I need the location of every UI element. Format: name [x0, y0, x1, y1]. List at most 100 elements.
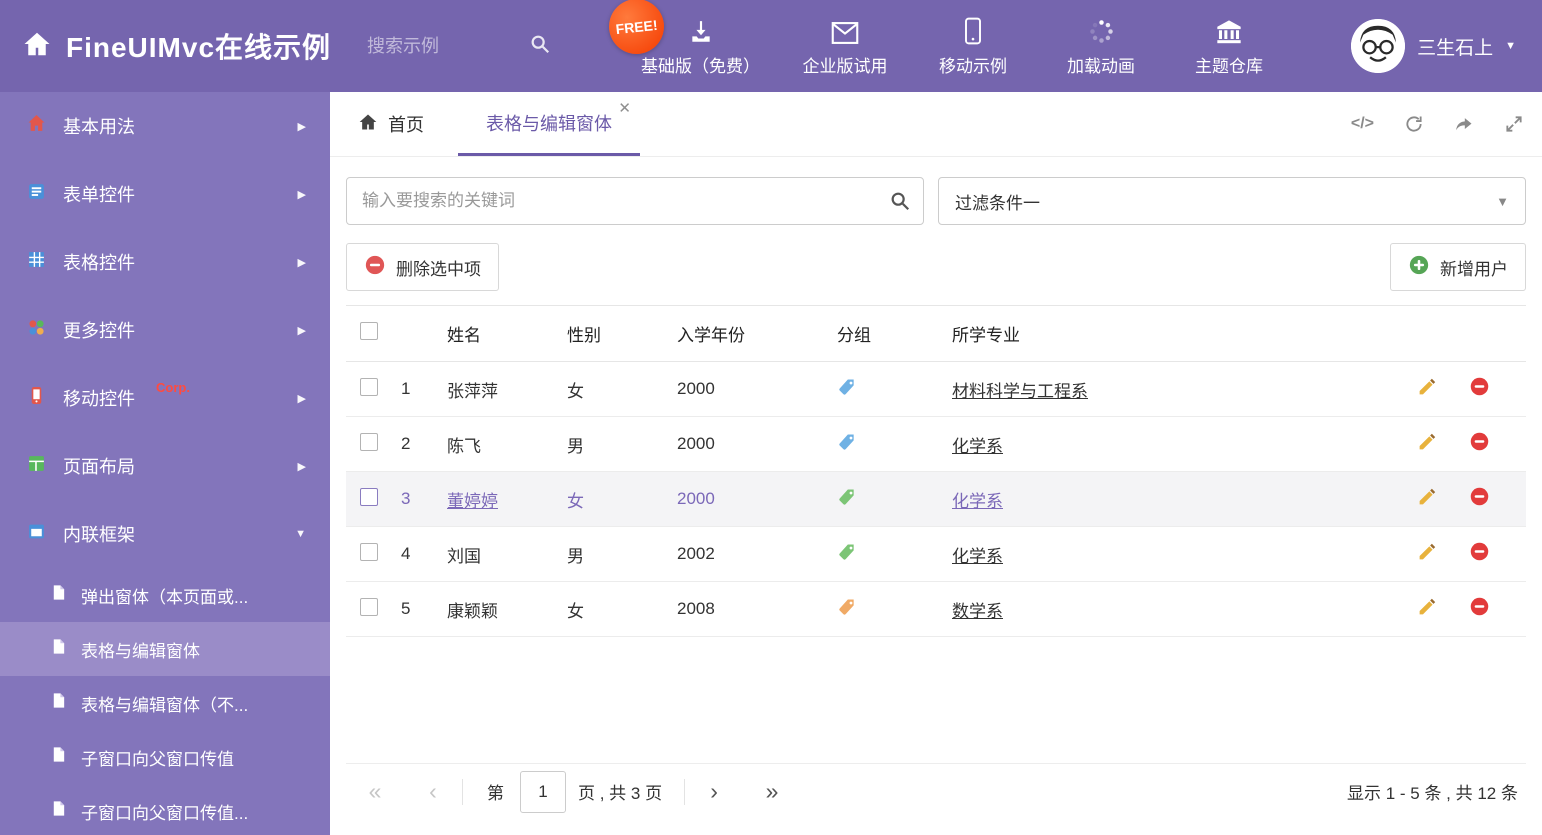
major-link[interactable]: 数学系 [952, 602, 1003, 621]
button-label: 删除选中项 [396, 259, 481, 279]
user-menu[interactable]: 三生石上 ▼ [1351, 19, 1542, 73]
sidebar-item-grid-controls[interactable]: 表格控件 ▶ [0, 228, 330, 296]
tab-label: 表格与编辑窗体 [486, 113, 612, 134]
divider [462, 778, 463, 805]
select-all-checkbox[interactable] [360, 322, 378, 340]
row-checkbox[interactable] [360, 432, 378, 451]
sidebar-item-label: 移动控件 [63, 389, 135, 409]
close-icon[interactable]: ✕ [618, 101, 631, 116]
nav-item-mobile-demo[interactable]: 移动示例 [930, 15, 1016, 77]
sidebar-item-form-controls[interactable]: 表单控件 ▶ [0, 160, 330, 228]
major-link[interactable]: 材料科学与工程系 [952, 382, 1088, 401]
search-icon[interactable] [529, 33, 551, 60]
filter-dropdown[interactable]: 过滤条件一 ▼ [938, 177, 1526, 225]
layout-icon [27, 454, 46, 478]
sidebar: 基本用法 ▶ 表单控件 ▶ 表格控件 ▶ 更多控件 ▶ 移动控件 Corp. ▶… [0, 92, 330, 835]
grid-toolbar: 删除选中项 新增用户 [346, 243, 1526, 305]
edit-icon[interactable] [1417, 376, 1438, 402]
tab-grid-edit-window[interactable]: 表格与编辑窗体 ✕ [458, 92, 640, 156]
user-name: 三生石上 [1417, 37, 1494, 59]
sidebar-subitem-child-to-parent[interactable]: 子窗口向父窗口传值 [0, 730, 330, 784]
edit-icon[interactable] [1417, 431, 1438, 457]
chevron-right-icon: ▶ [297, 324, 306, 337]
table-row[interactable]: 1 张萍萍 女 2000 材料科学与工程系 [346, 361, 1526, 417]
sidebar-item-label: 表格控件 [63, 253, 135, 273]
cell-gender: 男 [566, 416, 676, 472]
download-icon [688, 15, 714, 45]
header-search [365, 33, 577, 60]
sidebar-subitem-grid-edit-window[interactable]: 表格与编辑窗体 [0, 622, 330, 676]
cell-name: 董婷婷 [446, 471, 566, 527]
sidebar-item-mobile-controls[interactable]: 移动控件 Corp. ▶ [0, 364, 330, 432]
major-link[interactable]: 化学系 [952, 492, 1003, 511]
cell-year: 2002 [676, 526, 836, 582]
nav-item-theme-repo[interactable]: 主题仓库 [1186, 15, 1272, 77]
keyword-search-input[interactable] [346, 177, 924, 225]
chevron-right-icon: ▶ [297, 392, 306, 405]
header-search-input[interactable] [365, 34, 526, 58]
nav-item-label: 加载动画 [1067, 57, 1136, 76]
delete-icon[interactable] [1469, 596, 1490, 622]
open-in-new-icon[interactable] [1454, 114, 1474, 134]
sidebar-item-more-controls[interactable]: 更多控件 ▶ [0, 296, 330, 364]
add-user-button[interactable]: 新增用户 [1390, 243, 1526, 291]
sidebar-item-page-layout[interactable]: 页面布局 ▶ [0, 432, 330, 500]
page-number-input[interactable] [520, 770, 566, 813]
table-row[interactable]: 4 刘国 男 2002 化学系 [346, 526, 1526, 582]
mobile-colored-icon [27, 386, 46, 410]
sidebar-subitem-child-to-parent-2[interactable]: 子窗口向父窗口传值... [0, 784, 330, 835]
delete-icon[interactable] [1469, 541, 1490, 567]
sidebar-item-basic-usage[interactable]: 基本用法 ▶ [0, 92, 330, 160]
chevron-right-icon: ▶ [297, 120, 306, 133]
nav-item-basic-free[interactable]: FREE! 基础版（免费） [606, 0, 760, 77]
prev-page-button[interactable]: ‹ [404, 778, 462, 805]
fullscreen-icon[interactable] [1504, 114, 1524, 134]
row-checkbox[interactable] [360, 597, 378, 616]
row-checkbox[interactable] [360, 377, 378, 396]
table-row[interactable]: 5 康颖颖 女 2008 数学系 [346, 581, 1526, 637]
avatar[interactable] [1351, 19, 1406, 73]
table-row-selected[interactable]: 3 董婷婷 女 2000 化学系 [346, 471, 1526, 527]
edit-icon[interactable] [1417, 486, 1438, 512]
page-icon [50, 800, 67, 822]
sidebar-subitem-popup-window[interactable]: 弹出窗体（本页面或... [0, 568, 330, 622]
major-link[interactable]: 化学系 [952, 437, 1003, 456]
cell-name: 康颖颖 [446, 581, 566, 637]
delete-icon[interactable] [1469, 486, 1490, 512]
cell-name: 陈飞 [446, 416, 566, 472]
refresh-icon[interactable] [1404, 114, 1424, 134]
search-icon[interactable] [889, 190, 911, 217]
tab-tools: </> [1351, 92, 1524, 156]
tab-home[interactable]: 首页 [348, 92, 434, 156]
first-page-button[interactable]: « [346, 778, 404, 805]
delete-selected-button[interactable]: 删除选中项 [346, 243, 499, 291]
sidebar-subitem-grid-edit-window-2[interactable]: 表格与编辑窗体（不... [0, 676, 330, 730]
table-row[interactable]: 2 陈飞 男 2000 化学系 [346, 416, 1526, 472]
delete-icon[interactable] [1469, 431, 1490, 457]
sidebar-item-iframe[interactable]: 内联框架 ▼ [0, 500, 330, 568]
delete-icon[interactable] [1469, 376, 1490, 402]
source-code-icon[interactable]: </> [1351, 115, 1374, 133]
chevron-right-icon: ▶ [297, 256, 306, 269]
nav-item-loading-animation[interactable]: 加载动画 [1058, 15, 1144, 77]
brand-logo[interactable]: FineUIMvc在线示例 [0, 26, 331, 66]
tag-icon [837, 487, 857, 512]
last-page-button[interactable]: » [743, 778, 801, 805]
row-checkbox[interactable] [360, 542, 378, 561]
tag-icon [837, 542, 857, 567]
app-title: FineUIMvc在线示例 [66, 32, 332, 63]
major-link[interactable]: 化学系 [952, 547, 1003, 566]
row-checkbox[interactable] [360, 487, 378, 506]
edit-icon[interactable] [1417, 541, 1438, 567]
home-icon [22, 29, 52, 64]
pagination-bar: « ‹ 第 页 , 共 3 页 › » 显示 1 - 5 条 , 共 12 条 [346, 763, 1526, 819]
edit-icon[interactable] [1417, 596, 1438, 622]
column-header-gender: 性别 [566, 305, 676, 362]
row-index: 2 [400, 416, 446, 472]
tab-label: 首页 [388, 115, 424, 135]
nav-item-enterprise-trial[interactable]: 企业版试用 [802, 15, 888, 77]
tag-icon [837, 432, 857, 457]
next-page-button[interactable]: › [685, 778, 743, 805]
bank-icon [1215, 15, 1243, 45]
free-badge: FREE! [606, 0, 667, 57]
